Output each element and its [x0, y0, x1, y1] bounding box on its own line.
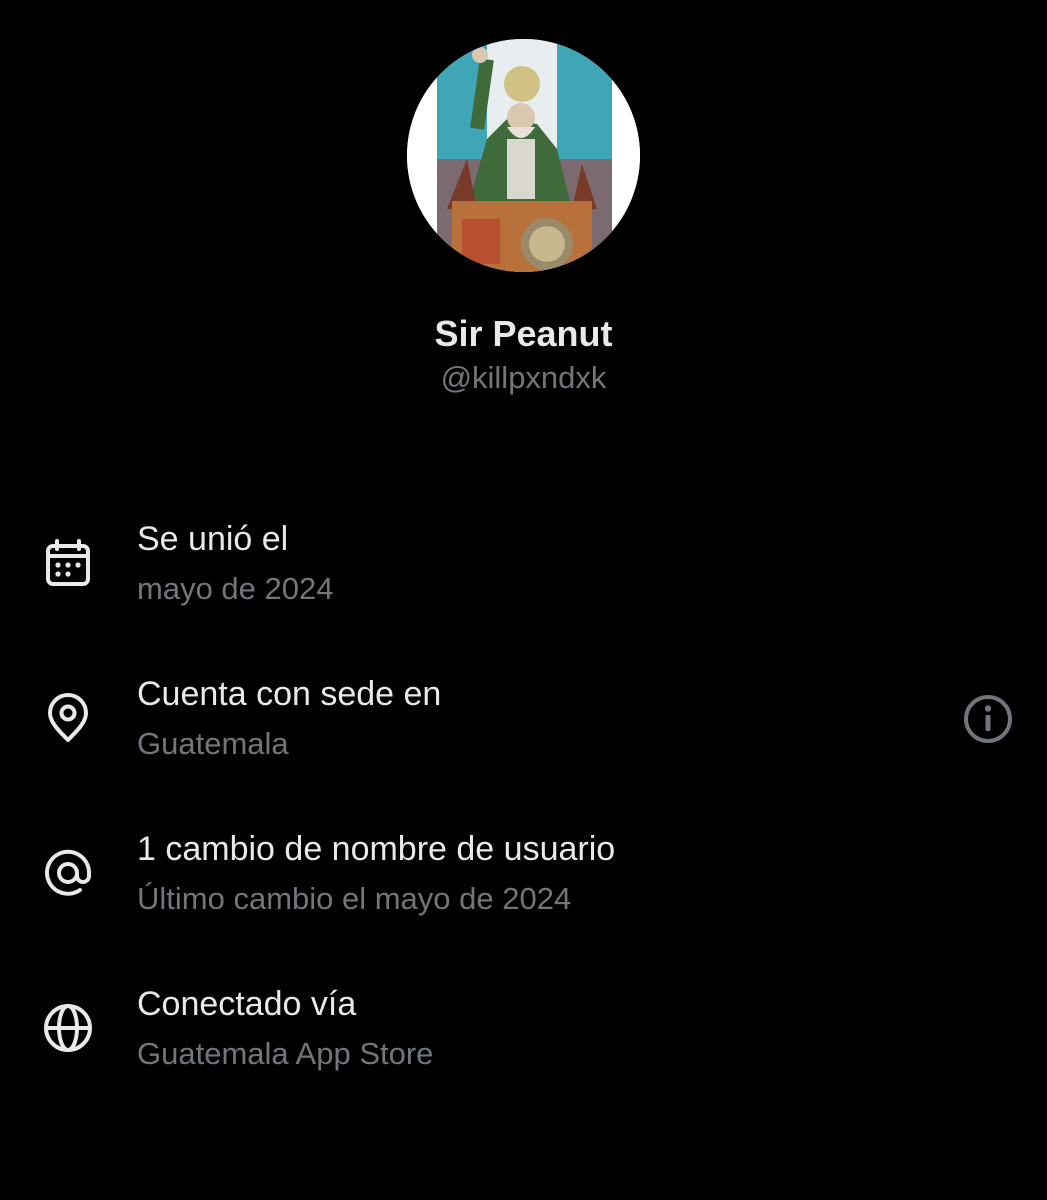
- joined-date: mayo de 2024: [137, 571, 334, 606]
- display-name: Sir Peanut: [434, 313, 613, 354]
- connected-via-value: Guatemala App Store: [137, 1036, 434, 1071]
- connected-via-row: Conectado vía Guatemala App Store: [0, 982, 1047, 1092]
- joined-label: Se unió el: [137, 520, 289, 558]
- username-changes-label: 1 cambio de nombre de usuario: [137, 830, 616, 868]
- last-change-date: Último cambio el mayo de 2024: [137, 881, 572, 916]
- location-pin-icon: [40, 690, 96, 746]
- location-value: Guatemala: [137, 726, 289, 761]
- globe-icon: [40, 1000, 96, 1056]
- joined-date-row: Se unió el mayo de 2024: [0, 517, 1047, 627]
- user-handle: @killpxndxk: [440, 360, 607, 395]
- avatar[interactable]: [407, 39, 640, 272]
- location-label: Cuenta con sede en: [137, 675, 442, 713]
- connected-via-label: Conectado vía: [137, 985, 357, 1023]
- account-about-page: Sir Peanut @killpxndxk Se unió el mayo d…: [0, 0, 1047, 1200]
- calendar-icon: [40, 537, 96, 593]
- at-sign-icon: [40, 845, 96, 901]
- account-location-row: Cuenta con sede en Guatemala: [0, 672, 1047, 782]
- username-changes-row: 1 cambio de nombre de usuario Último cam…: [0, 827, 1047, 937]
- avatar-image: [407, 39, 640, 272]
- info-icon[interactable]: [961, 692, 1015, 746]
